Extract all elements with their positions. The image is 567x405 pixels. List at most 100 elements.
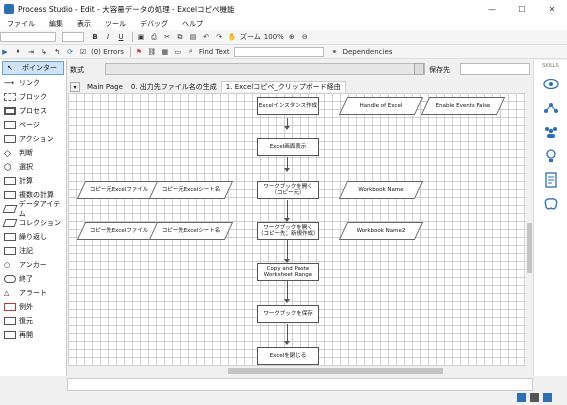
palette-exception[interactable]: 例外 (0, 300, 66, 314)
team-icon[interactable] (542, 123, 560, 141)
expression-input[interactable] (105, 63, 425, 75)
palette-loop[interactable]: 繰り返し (0, 230, 66, 244)
zoom-out-icon[interactable]: ⊖ (300, 31, 310, 43)
data-handle-of-excel[interactable]: Handle of Excel (343, 97, 419, 115)
paste-icon[interactable]: ▤ (188, 31, 198, 43)
palette-decision[interactable]: ◇ 判断 (0, 146, 66, 160)
print-icon[interactable]: ⎙ (149, 31, 159, 43)
table-icon[interactable]: ▦ (160, 46, 170, 58)
data-enable-events[interactable]: Enable Events False (425, 97, 501, 115)
menu-file[interactable]: ファイル (0, 19, 42, 29)
palette-link[interactable]: ⟶ リンク (0, 76, 66, 90)
reset-icon[interactable]: ⟳ (65, 46, 75, 58)
expression-label: 数式 (70, 66, 84, 74)
tabs-dropdown-icon[interactable]: ▾ (70, 82, 80, 92)
validate-icon[interactable]: ☑ (78, 46, 88, 58)
stage-close-excel[interactable]: Excelを閉じる (257, 347, 319, 365)
palette-action[interactable]: アクション (0, 132, 66, 146)
store-in-input[interactable] (460, 63, 530, 75)
palette-end[interactable]: 終了 (0, 272, 66, 286)
data-source-excel-file[interactable]: コピー元Excelファイル (81, 181, 157, 199)
run-icon[interactable]: ▶ (0, 46, 10, 58)
minimize-button[interactable]: — (477, 0, 507, 18)
palette-choice[interactable]: ⬡ 選択 (0, 160, 66, 174)
palette-resume[interactable]: 再開 (0, 328, 66, 342)
tab-main-page[interactable]: Main Page (83, 81, 127, 92)
horizontal-scrollbar[interactable] (68, 366, 526, 376)
palette-block[interactable]: ブロック (0, 90, 66, 104)
pause-icon[interactable]: ⏸ (13, 46, 23, 58)
stage-create-excel[interactable]: Excelインスタンス作成 (257, 97, 319, 115)
tray-icon[interactable] (530, 393, 539, 402)
zoom-value[interactable]: 100% (264, 31, 284, 43)
link-icon[interactable]: ⛓ (147, 46, 157, 58)
tab-excel-copy-paste[interactable]: 1. Excelコピペ_クリップボード経由 (220, 81, 346, 92)
size-dropdown[interactable] (62, 31, 87, 43)
menu-edit[interactable]: 編集 (42, 19, 70, 29)
font-dropdown[interactable] (0, 31, 59, 43)
menu-tools[interactable]: ツール (98, 19, 133, 29)
palette-anchor[interactable]: ○ アンカー (0, 258, 66, 272)
palette-pointer[interactable]: ↖ ポインター (2, 61, 64, 75)
vertical-scrollbar[interactable] (526, 93, 533, 366)
connector (287, 200, 288, 220)
maximize-button[interactable]: ☐ (507, 0, 537, 18)
palette-process[interactable]: プロセス (0, 104, 66, 118)
tab-output-filename[interactable]: 0. 出力先ファイル名の生成 (127, 81, 221, 92)
errors-button[interactable]: (0) Errors (91, 46, 124, 58)
tray-icon[interactable] (543, 393, 552, 402)
dependencies-button[interactable]: Dependencies (343, 46, 393, 58)
pan-icon[interactable]: ✋ (227, 31, 237, 43)
tray-icon[interactable] (517, 393, 526, 402)
dependencies-icon[interactable]: ⚭ (330, 46, 340, 58)
close-button[interactable]: ✕ (537, 0, 567, 18)
data-target-excel-file[interactable]: コピー先Excelファイル (81, 222, 157, 240)
italic-button[interactable]: I (103, 31, 113, 43)
data-source-sheet-name[interactable]: コピー元Excelシート名 (153, 181, 229, 199)
step-over-icon[interactable]: ↳ (39, 46, 49, 58)
diagram-canvas[interactable]: Excelインスタンス作成 Excel画面表示 ワークブックを開く（コピー元） … (68, 93, 526, 366)
step-out-icon[interactable]: ↰ (52, 46, 62, 58)
palette-alert[interactable]: △ アラート (0, 286, 66, 300)
undo-icon[interactable]: ↶ (201, 31, 211, 43)
underline-button[interactable]: U (116, 31, 126, 43)
stage-open-target-workbook[interactable]: ワークブックを開く（コピー先；新規作成） (257, 222, 319, 240)
save-icon[interactable]: ▣ (136, 31, 146, 43)
data-workbook-name[interactable]: Workbook Name (343, 181, 419, 199)
menu-debug[interactable]: デバッグ (133, 19, 175, 29)
zoom-in-icon[interactable]: ⊕ (287, 31, 297, 43)
palette-recover[interactable]: 復元 (0, 314, 66, 328)
cut-icon[interactable]: ✂ (162, 31, 172, 43)
data-target-sheet-name[interactable]: コピー先Excelシート名 (153, 222, 229, 240)
document-icon[interactable] (542, 171, 560, 189)
lightbulb-icon[interactable] (542, 147, 560, 165)
stage-show-excel[interactable]: Excel画面表示 (257, 138, 319, 156)
step-icon[interactable]: ⇥ (26, 46, 36, 58)
stage-save-workbook[interactable]: ワークブックを保存 (257, 305, 319, 323)
scroll-thumb[interactable] (228, 368, 443, 374)
scroll-thumb[interactable] (527, 223, 532, 273)
redo-icon[interactable]: ↷ (214, 31, 224, 43)
copy-icon[interactable]: ⧉ (175, 31, 185, 43)
action-icon (4, 135, 16, 143)
menu-view[interactable]: 表示 (70, 19, 98, 29)
brain-icon[interactable] (542, 195, 560, 213)
eye-icon[interactable] (542, 75, 560, 93)
window-icon[interactable]: ▭ (173, 46, 183, 58)
palette-collection[interactable]: コレクション (0, 216, 66, 230)
store-in-label: 保存先 (429, 66, 450, 74)
find-text-dropdown[interactable]: Find Text (199, 46, 327, 58)
palette-calculation[interactable]: 計算 (0, 174, 66, 188)
stage-copy-paste-range[interactable]: Copy and Paste Worksheet Range (257, 263, 319, 281)
flag-icon[interactable]: ⚑ (134, 46, 144, 58)
data-workbook-name2[interactable]: Workbook Name2 (343, 222, 419, 240)
palette-note[interactable]: 注記 (0, 244, 66, 258)
bold-button[interactable]: B (90, 31, 100, 43)
menu-help[interactable]: ヘルプ (175, 19, 210, 29)
find-icon[interactable]: ⌕ (186, 46, 196, 58)
network-icon[interactable] (542, 99, 560, 117)
palette-page[interactable]: ページ (0, 118, 66, 132)
expression-builder-button[interactable] (414, 63, 424, 75)
palette-data-item[interactable]: データアイテム (0, 200, 66, 218)
stage-open-source-workbook[interactable]: ワークブックを開く（コピー元） (257, 181, 319, 199)
